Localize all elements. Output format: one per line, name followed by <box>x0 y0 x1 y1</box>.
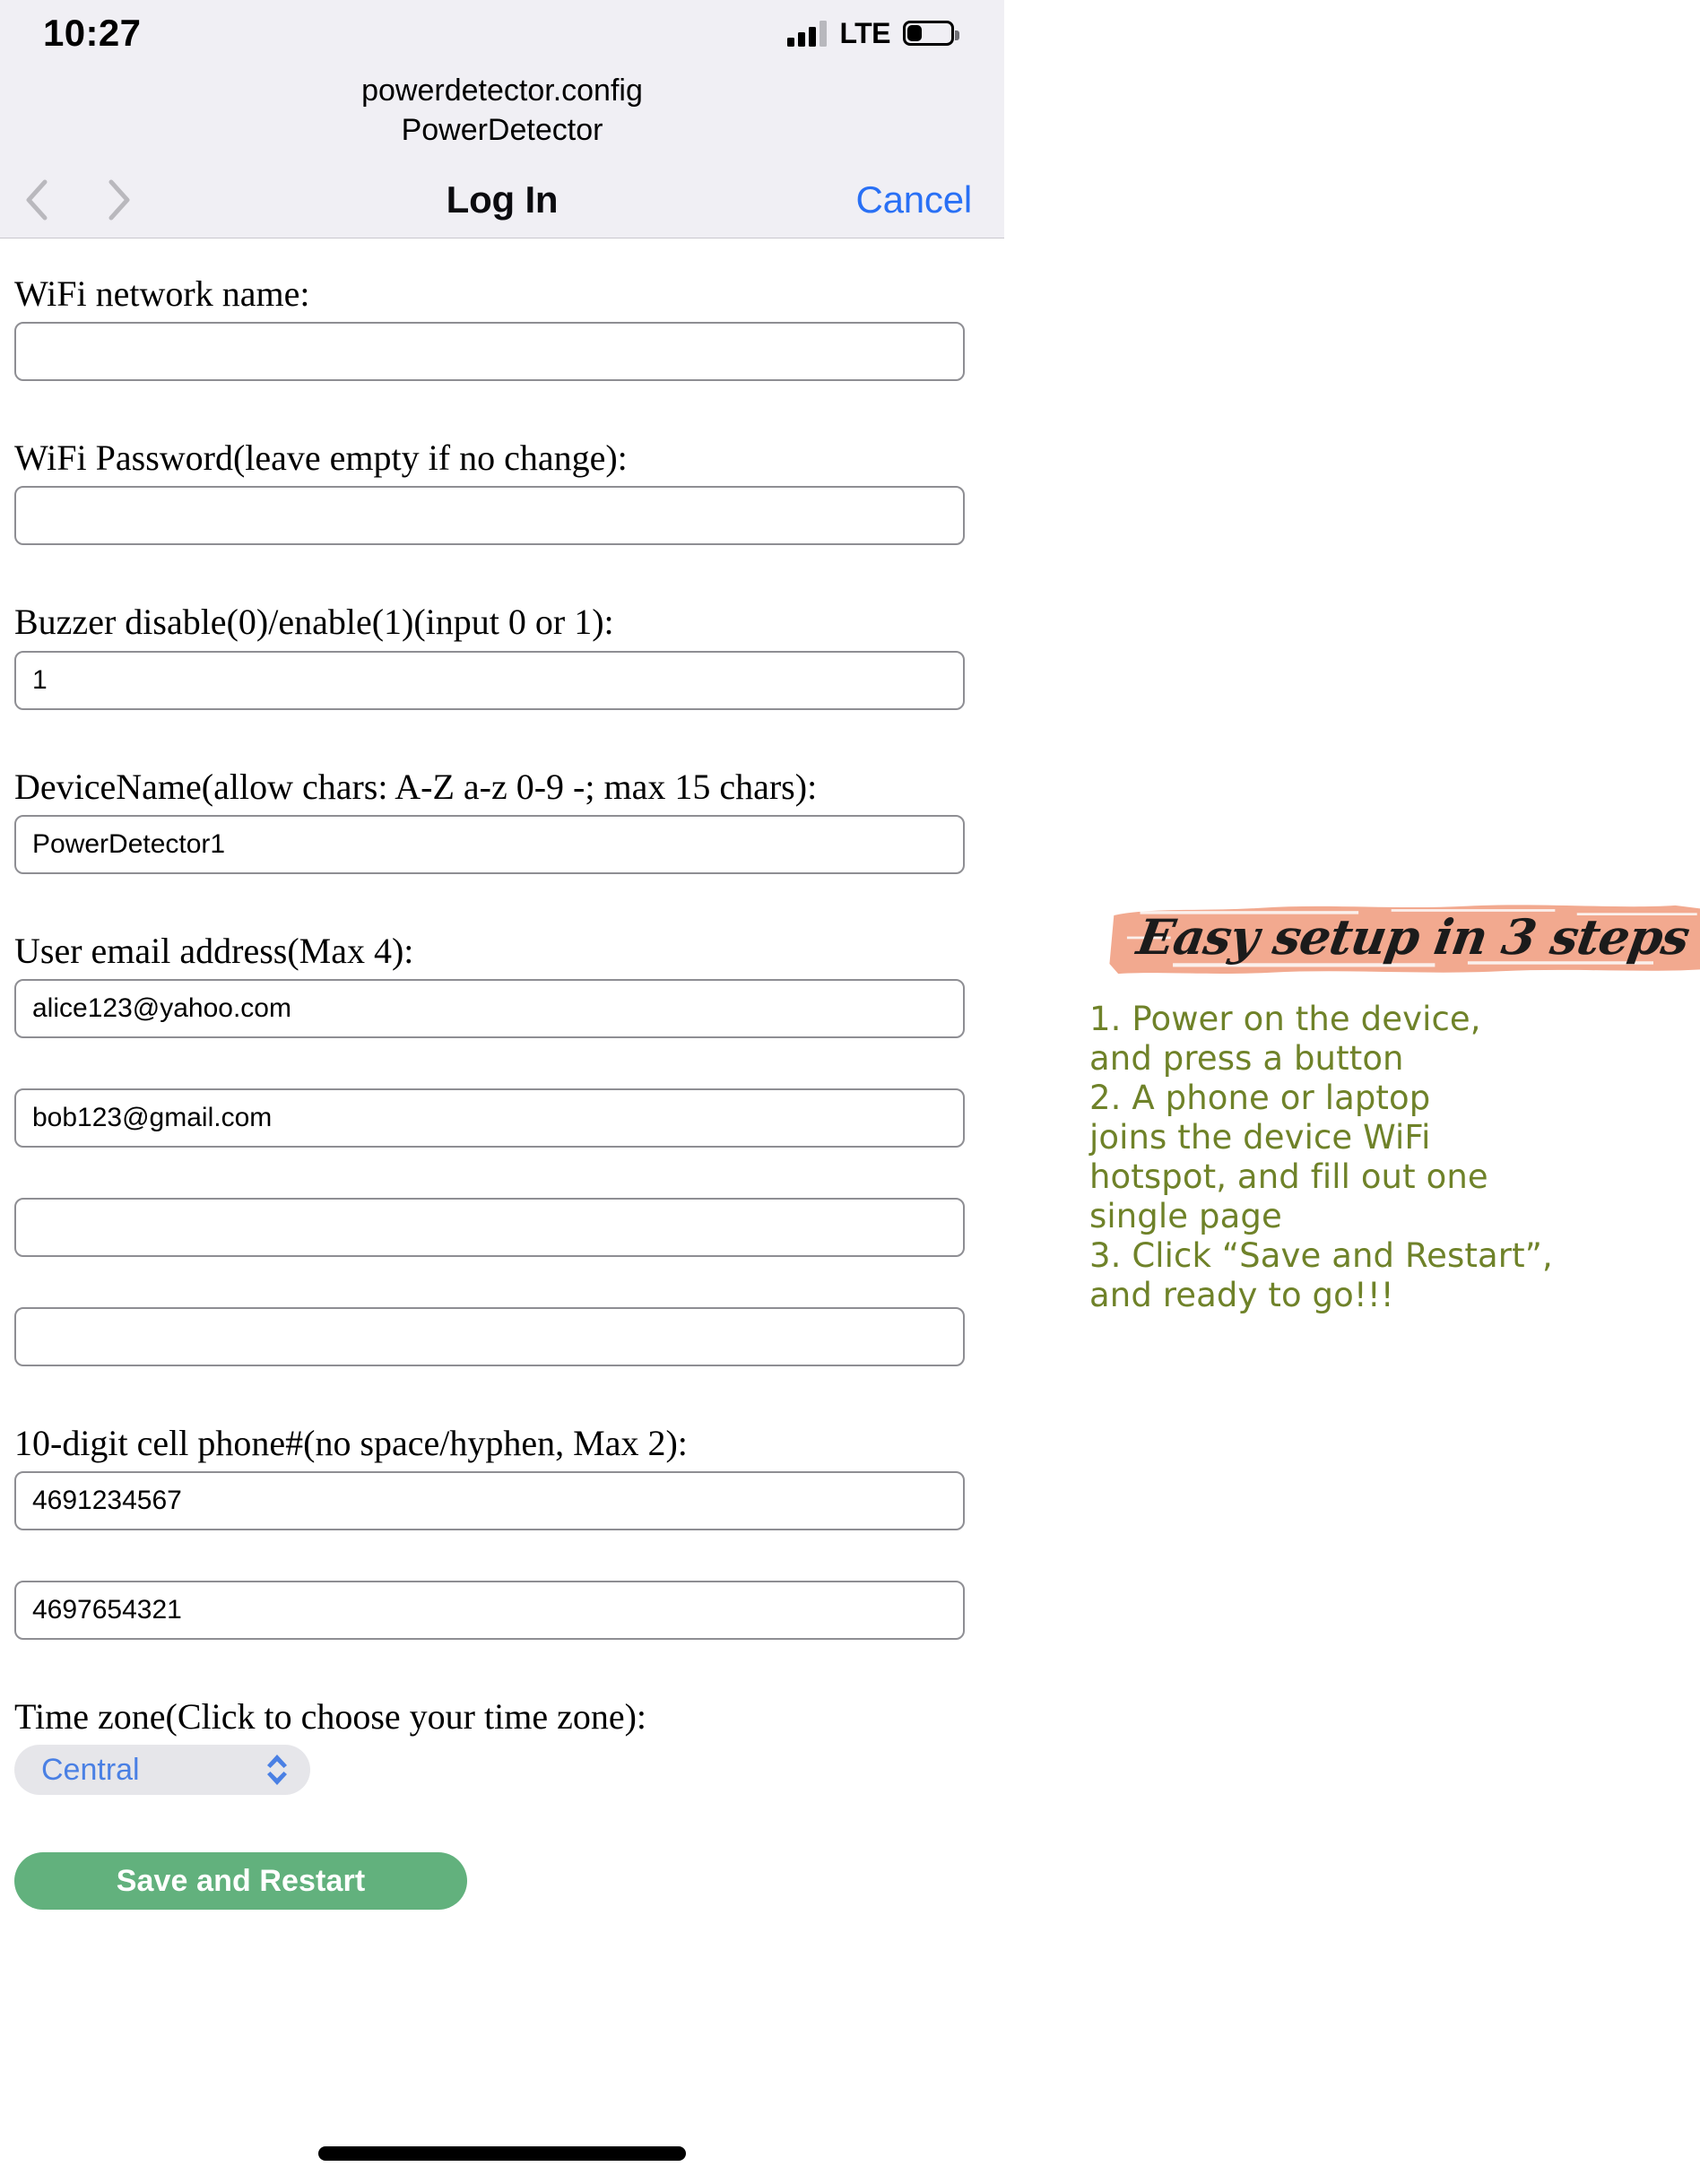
user-email-input-2[interactable] <box>14 1088 965 1148</box>
label-wifi-password: WiFi Password(leave empty if no change): <box>14 438 628 479</box>
page-identity-block[interactable]: powerdetector.config PowerDetector <box>0 66 1004 162</box>
screenshot-root: 10:27 LTE powerdetector.config PowerDete… <box>0 0 1700 2184</box>
label-buzzer-mode: Buzzer disable(0)/enable(1)(input 0 or 1… <box>14 602 614 643</box>
promo-step-line: hotspot, and fill out one <box>1089 1157 1488 1197</box>
battery-low-icon <box>903 21 959 46</box>
label-time-zone: Time zone(Click to choose your time zone… <box>14 1696 647 1738</box>
field-time-zone: Time zone(Click to choose your time zone… <box>0 1676 1004 1796</box>
device-name-input[interactable] <box>14 814 965 874</box>
wifi-network-name-input[interactable] <box>14 322 965 382</box>
promo-heading-text: Easy setup in 3 steps <box>1132 908 1694 966</box>
field-wifi-network-name: WiFi network name: <box>0 253 1004 382</box>
buzzer-mode-input[interactable] <box>14 650 965 710</box>
promo-panel: Easy setup in 3 steps 1. Power on the de… <box>1089 899 1700 1315</box>
device-config-form: WiFi network name: WiFi Password(leave e… <box>0 238 1004 1911</box>
chevron-left-icon[interactable] <box>18 177 57 223</box>
label-cell-phones: 10-digit cell phone#(no space/hyphen, Ma… <box>14 1422 688 1463</box>
field-cell-phones: 10-digit cell phone#(no space/hyphen, Ma… <box>0 1402 1004 1641</box>
site-url-label: powerdetector.config <box>361 74 643 108</box>
cell-phone-input-1[interactable] <box>14 1471 965 1531</box>
label-user-emails: User email address(Max 4): <box>14 930 414 971</box>
network-type-label: LTE <box>839 16 890 49</box>
promo-step-line: 1. Power on the device, <box>1089 1000 1481 1038</box>
promo-step-line: single page <box>1089 1197 1282 1236</box>
field-buzzer-mode: Buzzer disable(0)/enable(1)(input 0 or 1… <box>0 581 1004 710</box>
user-email-input-3[interactable] <box>14 1197 965 1257</box>
app-name-label: PowerDetector <box>401 112 603 147</box>
user-email-input-4[interactable] <box>14 1306 965 1366</box>
cell-phone-input-2[interactable] <box>14 1581 965 1641</box>
wifi-password-input[interactable] <box>14 486 965 546</box>
cellular-bars-icon <box>787 20 828 47</box>
field-wifi-password: WiFi Password(leave empty if no change): <box>0 417 1004 546</box>
label-device-name: DeviceName(allow chars: A-Z a-z 0-9 -; m… <box>14 766 818 807</box>
status-bar-clock: 10:27 <box>43 12 142 54</box>
page-title: Log In <box>446 178 559 221</box>
browser-navigation-bar: Log In Cancel <box>0 162 1004 238</box>
time-zone-select[interactable]: Central <box>14 1745 310 1796</box>
status-bar: 10:27 LTE <box>0 0 1004 66</box>
promo-step-line: and press a button <box>1089 1039 1404 1079</box>
mobile-browser-window: 10:27 LTE powerdetector.config PowerDete… <box>0 0 1004 2184</box>
browser-chrome: 10:27 LTE powerdetector.config PowerDete… <box>0 0 1004 239</box>
field-user-emails: User email address(Max 4): <box>0 910 1004 1366</box>
label-wifi-network-name: WiFi network name: <box>14 273 310 315</box>
promo-step-line: and ready to go!!! <box>1089 1276 1394 1315</box>
cancel-button[interactable]: Cancel <box>855 178 972 221</box>
user-email-input-1[interactable] <box>14 978 965 1038</box>
save-and-restart-button[interactable]: Save and Restart <box>14 1852 467 1911</box>
promo-heading-brush: Easy setup in 3 steps <box>1107 899 1700 980</box>
nav-arrow-group <box>18 177 138 223</box>
promo-step-line: 2. A phone or laptop <box>1089 1079 1431 1118</box>
chevron-up-down-icon <box>267 1755 287 1786</box>
status-bar-indicators: LTE <box>787 16 959 50</box>
home-indicator <box>318 2146 686 2161</box>
promo-steps-list: 1. Power on the device, and press a butt… <box>1089 1000 1681 1315</box>
field-device-name: DeviceName(allow chars: A-Z a-z 0-9 -; m… <box>0 746 1004 874</box>
promo-step-line: joins the device WiFi <box>1089 1118 1431 1157</box>
promo-step-line: 3. Click “Save and Restart”, <box>1089 1236 1553 1276</box>
time-zone-selected-value: Central <box>41 1752 140 1787</box>
chevron-right-icon[interactable] <box>99 177 138 223</box>
